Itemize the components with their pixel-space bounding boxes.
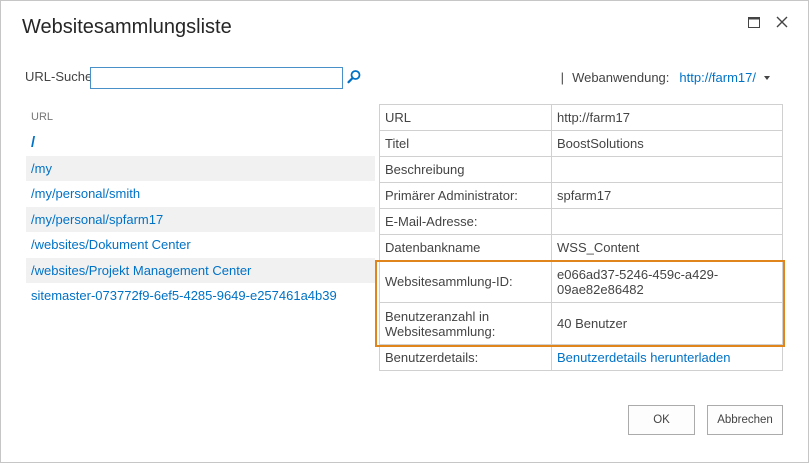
download-user-details-link[interactable]: Benutzerdetails herunterladen xyxy=(557,350,730,365)
property-key: Benutzeranzahl in Websitesammlung: xyxy=(379,302,552,345)
property-key: Benutzerdetails: xyxy=(379,344,552,371)
property-value xyxy=(551,208,783,235)
url-list: URL / /my /my/personal/smith /my/persona… xyxy=(26,104,375,309)
list-item[interactable]: /websites/Dokument Center xyxy=(26,232,375,258)
ok-button[interactable]: OK xyxy=(628,405,695,435)
url-search-label: URL-Suche xyxy=(25,69,93,84)
property-key: Titel xyxy=(379,130,552,157)
property-key: Beschreibung xyxy=(379,156,552,183)
properties-table: URL http://farm17 Titel BoostSolutions B… xyxy=(379,104,783,371)
property-value: 40 Benutzer xyxy=(551,302,783,345)
table-row: Datenbankname WSS_Content xyxy=(379,234,783,261)
table-row: Primärer Administrator: spfarm17 xyxy=(379,182,783,209)
url-list-header: URL xyxy=(31,111,54,123)
list-item[interactable]: /my/personal/smith xyxy=(26,181,375,207)
table-row: E-Mail-Adresse: xyxy=(379,208,783,235)
url-search-input[interactable] xyxy=(90,67,343,89)
maximize-icon[interactable] xyxy=(743,11,765,33)
list-item[interactable]: / xyxy=(26,130,375,156)
close-icon[interactable] xyxy=(771,11,793,33)
chevron-down-icon[interactable] xyxy=(764,75,770,80)
property-key: E-Mail-Adresse: xyxy=(379,208,552,235)
property-key: URL xyxy=(379,104,552,131)
property-value: e066ad37-5246-459c-a429-09ae82e86482 xyxy=(551,260,783,303)
property-value: http://farm17 xyxy=(551,104,783,131)
table-row: Websitesammlung-ID: e066ad37-5246-459c-a… xyxy=(379,260,783,303)
property-value-cell: Benutzerdetails herunterladen xyxy=(551,344,783,371)
separator: | xyxy=(560,70,565,85)
property-value: spfarm17 xyxy=(551,182,783,209)
property-value: WSS_Content xyxy=(551,234,783,261)
table-row: Titel BoostSolutions xyxy=(379,130,783,157)
property-value xyxy=(551,156,783,183)
table-row: Benutzerdetails: Benutzerdetails herunte… xyxy=(379,344,783,371)
list-item[interactable]: sitemaster-073772f9-6ef5-4285-9649-e2574… xyxy=(26,283,375,309)
list-item[interactable]: /my xyxy=(26,155,375,181)
web-application-label: Webanwendung: xyxy=(572,70,670,85)
property-key: Websitesammlung-ID: xyxy=(379,260,552,303)
list-item[interactable]: /my/personal/spfarm17 xyxy=(26,206,375,232)
property-key: Datenbankname xyxy=(379,234,552,261)
property-value: BoostSolutions xyxy=(551,130,783,157)
table-row: URL http://farm17 xyxy=(379,104,783,131)
cancel-button[interactable]: Abbrechen xyxy=(707,405,783,435)
list-item[interactable]: /websites/Projekt Management Center xyxy=(26,257,375,283)
web-application-selector: | Webanwendung: http://farm17/ xyxy=(561,70,770,85)
table-row: Beschreibung xyxy=(379,156,783,183)
search-icon[interactable] xyxy=(346,69,362,85)
property-key: Primärer Administrator: xyxy=(379,182,552,209)
web-application-link[interactable]: http://farm17/ xyxy=(679,70,756,85)
table-row: Benutzeranzahl in Websitesammlung: 40 Be… xyxy=(379,302,783,345)
site-collection-list-dialog: Websitesammlungsliste URL-Suche | Webanw… xyxy=(0,0,809,463)
dialog-title: Websitesammlungsliste xyxy=(22,16,232,38)
